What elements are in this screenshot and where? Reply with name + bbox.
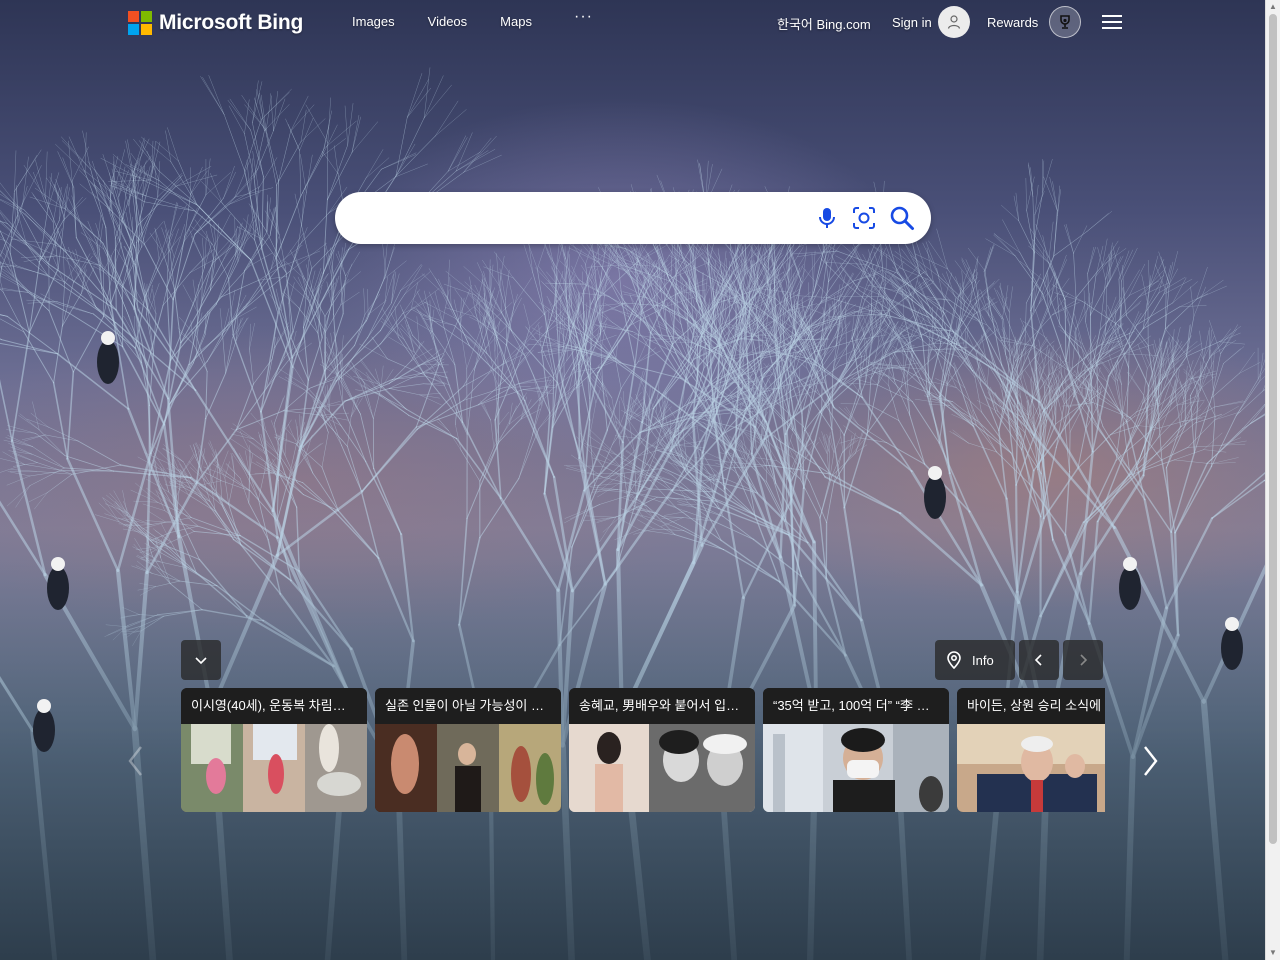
news-card[interactable]: 송혜교, 男배우와 붙어서 입맞춤… 다정한 투샷: [569, 688, 755, 812]
news-card-image: [763, 724, 949, 812]
microsoft-logo-icon: [128, 11, 152, 35]
carousel-next-icon[interactable]: [1138, 744, 1162, 778]
background-image: [0, 67, 1266, 960]
menu-icon[interactable]: [1102, 13, 1124, 31]
image-info-button[interactable]: Info: [935, 640, 1015, 680]
rewards-button[interactable]: Rewards: [987, 6, 1082, 38]
bing-logo[interactable]: Microsoft Bing: [128, 10, 303, 36]
nav-videos[interactable]: Videos: [428, 14, 468, 29]
top-header: Microsoft Bing Images Videos Maps ··· 한국…: [0, 0, 1266, 46]
rewards-label: Rewards: [987, 14, 1039, 30]
news-card-title: 이시영(40세), 운동복 차림으로 홀쭉한 뒤태… 몸매 관리 비결은: [181, 688, 367, 724]
scroll-down-icon[interactable]: ▼: [1266, 946, 1280, 960]
location-pin-icon: [947, 651, 961, 669]
news-card-image: [375, 724, 561, 812]
news-card-title: 실존 인물이 아닐 가능성이 제기된 역사 속 인물들: [375, 688, 561, 724]
news-card[interactable]: 이시영(40세), 운동복 차림으로 홀쭉한 뒤태… 몸매 관리 비결은: [181, 688, 367, 812]
news-card[interactable]: “35억 받고, 100억 더” “李 측근 …: [763, 688, 949, 812]
scroll-up-icon[interactable]: ▲: [1266, 0, 1280, 14]
info-label: Info: [972, 652, 994, 668]
collapse-button[interactable]: [181, 640, 221, 680]
chevron-right-icon: [1080, 654, 1088, 666]
news-carousel: 이시영(40세), 운동복 차림으로 홀쭉한 뒤태… 몸매 관리 비결은 실존 …: [181, 688, 1105, 812]
search-input[interactable]: [350, 204, 794, 234]
top-nav: Images Videos Maps: [352, 14, 565, 29]
chevron-left-icon: [1034, 654, 1042, 666]
scrollbar[interactable]: ▲ ▼: [1265, 0, 1280, 960]
news-card-image: [181, 724, 367, 812]
sign-in-button[interactable]: Sign in: [892, 6, 970, 38]
news-card[interactable]: 실존 인물이 아닐 가능성이 제기된 역사 속 인물들: [375, 688, 561, 812]
news-card-title: 바이든, 상원 승리 소식에: [957, 688, 1105, 724]
bing-homepage: Microsoft Bing Images Videos Maps ··· 한국…: [0, 0, 1280, 960]
sign-in-label: Sign in: [892, 14, 932, 30]
trophy-icon: [1049, 6, 1082, 38]
news-card-image: [569, 724, 755, 812]
news-card-title: “35억 받고, 100억 더” “李 측근 …: [763, 688, 949, 724]
nav-images[interactable]: Images: [352, 14, 395, 29]
microphone-icon[interactable]: [813, 204, 841, 232]
visual-search-icon[interactable]: [850, 204, 878, 232]
avatar-icon: [937, 6, 970, 38]
language-link[interactable]: 한국어 Bing.com: [777, 14, 871, 33]
next-image-button[interactable]: [1063, 640, 1103, 680]
news-card-title: 송혜교, 男배우와 붙어서 입맞춤… 다정한 투샷: [569, 688, 755, 724]
carousel-prev-icon[interactable]: [124, 744, 148, 778]
chevron-down-icon: [195, 657, 207, 665]
news-card-image: [957, 724, 1105, 812]
search-box: [335, 192, 931, 244]
scroll-thumb[interactable]: [1269, 14, 1277, 844]
more-menu-button[interactable]: ···: [574, 8, 593, 26]
logo-text: Microsoft Bing: [159, 11, 304, 34]
search-icon[interactable]: [888, 204, 916, 232]
previous-image-button[interactable]: [1019, 640, 1059, 680]
news-card[interactable]: 바이든, 상원 승리 소식에: [957, 688, 1105, 812]
nav-maps[interactable]: Maps: [500, 14, 532, 29]
